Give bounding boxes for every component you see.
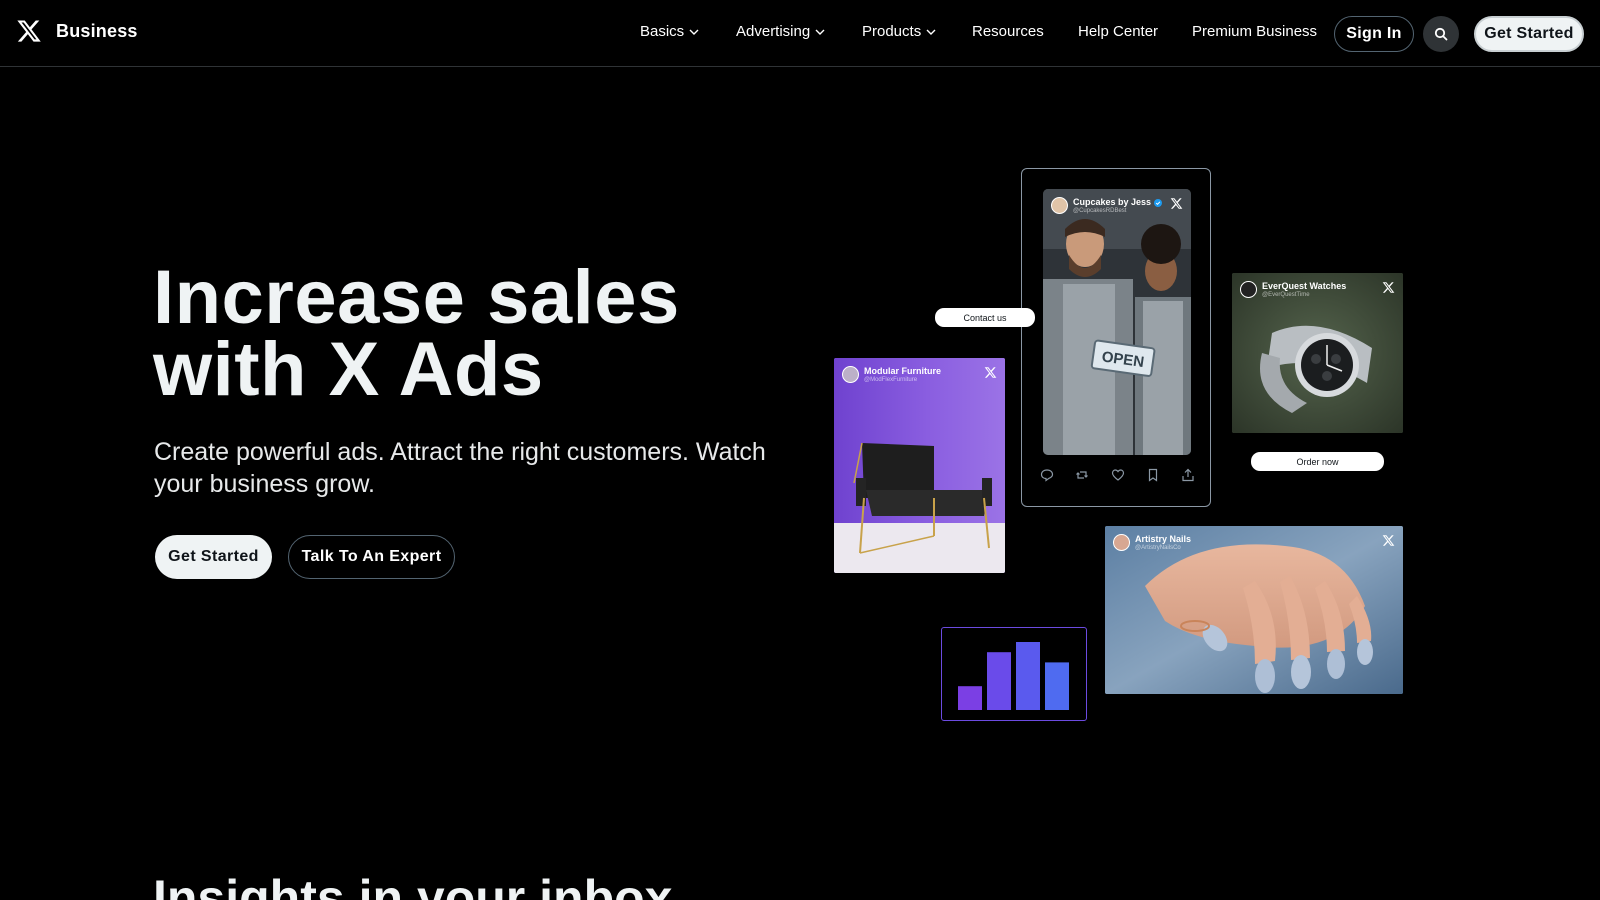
nails-ad-name: Artistry Nails [1135,534,1192,544]
furniture-ad-header: Modular Furniture @ModFlexFurniture [842,366,941,384]
nav-basics[interactable]: Basics [640,23,700,40]
x-logo-icon [1382,535,1395,546]
watches-ad-card: EverQuest Watches @EverQuestTime [1232,273,1403,433]
watches-ad-handle: @EverQuestTime [1262,292,1310,298]
share-icon[interactable] [1181,468,1195,482]
avatar [1240,281,1257,298]
talk-to-expert-button[interactable]: Talk To An Expert [288,535,455,579]
hero-title-line1: Increase sales [153,255,680,340]
watches-ad-name: EverQuest Watches [1262,281,1347,291]
furniture-photo [834,358,1005,573]
furniture-ad-name: Modular Furniture [864,366,941,376]
cupcakes-ad-name: Cupcakes by Jess [1073,197,1162,207]
avatar [1051,197,1068,214]
chevron-down-icon [815,29,825,35]
verified-badge-icon [1153,198,1162,207]
chevron-down-icon [689,29,699,35]
hero-subtitle: Create powerful ads. Attract the right c… [154,438,766,498]
chevron-down-icon [926,29,936,35]
stats-bar [1045,662,1069,710]
sign-in-button[interactable]: Sign In [1334,16,1414,52]
hero-title-line2: with X Ads [153,327,544,412]
bookmark-icon[interactable] [1146,468,1160,482]
search-icon [1434,27,1448,41]
post-actions [1040,468,1195,482]
nails-ad-header: Artistry Nails @ArtistryNailsCo [1113,534,1191,552]
nav-advertising[interactable]: Advertising [736,23,826,40]
cupcakes-ad-handle: @CupcakesRDBest [1073,208,1127,214]
stats-bar [958,686,982,710]
avatar [1113,534,1130,551]
hero-title: Increase sales with X Ads [153,255,793,412]
furniture-ad-card: Modular Furniture @ModFlexFurniture [834,358,1005,573]
get-started-button[interactable]: Get Started [155,535,272,579]
x-logo-icon [17,20,41,42]
cupcakes-ad-card: OPEN Cupcakes by Jess @CupcakesRDBest [1043,189,1191,455]
reply-icon[interactable] [1040,468,1054,482]
x-logo-icon [1170,198,1183,209]
stats-widget [941,627,1087,721]
nav-advertising-label: Advertising [736,23,811,40]
nav-help-center[interactable]: Help Center [1078,23,1158,40]
brand-text: Business [56,20,138,41]
stats-bar-chart [958,642,1069,710]
stats-bar [987,652,1011,710]
order-now-button[interactable]: Order now [1251,452,1384,471]
cupcakes-ad-name-text: Cupcakes by Jess [1073,197,1152,207]
nav-premium-business-label: Premium Business [1192,23,1318,40]
repost-icon[interactable] [1075,468,1089,482]
cupcakes-ad-header: Cupcakes by Jess @CupcakesRDBest [1051,197,1162,215]
x-logo-icon [1382,282,1395,293]
stats-bar [1016,642,1040,710]
watches-ad-header: EverQuest Watches @EverQuestTime [1240,281,1346,299]
x-logo-icon [984,367,997,378]
site-header: Business Basics Advertising Products Res… [0,0,1600,67]
nav-resources-label: Resources [972,23,1044,40]
search-button[interactable] [1423,16,1459,52]
nav-products[interactable]: Products [862,23,937,40]
like-icon[interactable] [1111,468,1125,482]
cupcakes-photo: OPEN [1043,189,1191,455]
avatar [842,366,859,383]
nav-help-center-label: Help Center [1078,23,1159,40]
nav-premium-business[interactable]: Premium Business [1192,23,1317,40]
nav-resources[interactable]: Resources [972,23,1044,40]
get-started-header-button[interactable]: Get Started [1474,16,1584,52]
insights-heading: Insights in your inbox [153,870,673,900]
nails-ad-card: Artistry Nails @ArtistryNailsCo [1105,526,1403,694]
nav-products-label: Products [862,23,922,40]
brand[interactable]: Business [16,18,138,44]
contact-us-button[interactable]: Contact us [935,308,1035,327]
nails-ad-handle: @ArtistryNailsCo [1135,545,1181,551]
furniture-ad-handle: @ModFlexFurniture [864,377,918,383]
nav-basics-label: Basics [640,23,685,40]
